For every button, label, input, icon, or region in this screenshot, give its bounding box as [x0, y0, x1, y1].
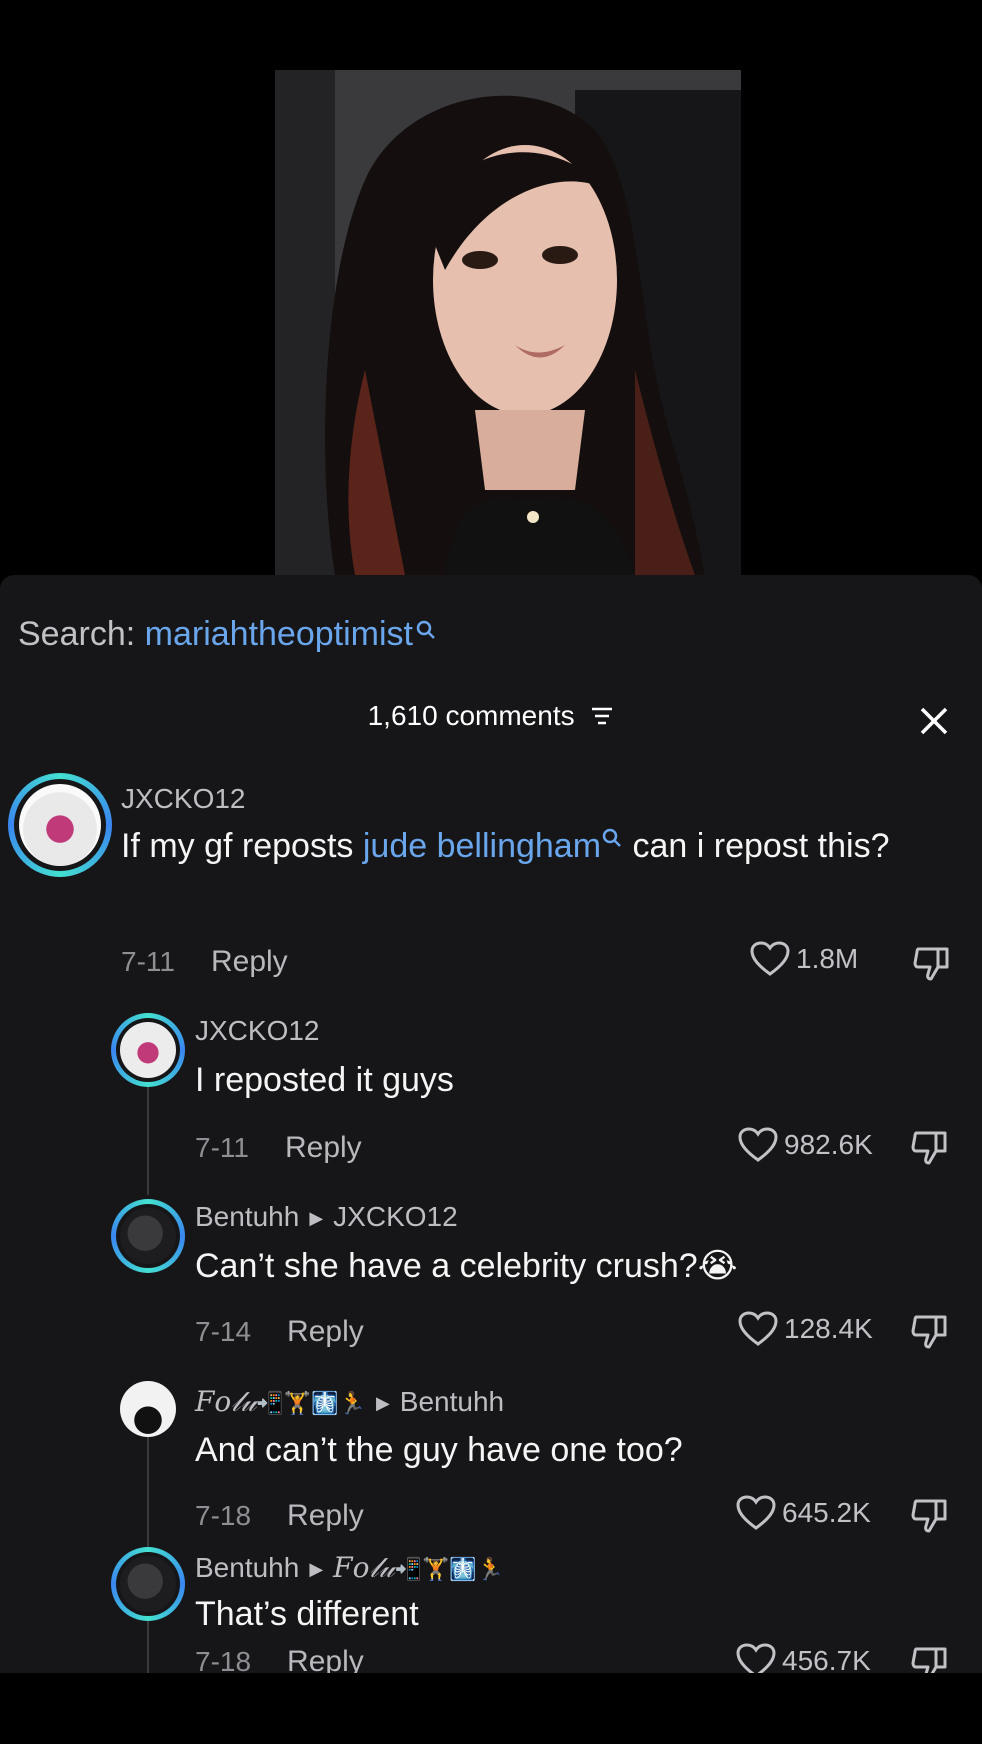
comment-meta: 7-11 Reply — [195, 1131, 362, 1165]
username-label: Bentuhh — [195, 1552, 300, 1583]
comment-username[interactable]: Bentuhh ▶ JXCKO12 — [195, 1201, 458, 1233]
reply-arrow-icon: ▶ — [375, 1393, 390, 1414]
comment-username[interactable]: Bentuhh ▶ 𝐹𝑜𝓁𝓊📲🏋🩻🏃 — [195, 1551, 504, 1585]
reply-button[interactable]: Reply — [287, 1499, 364, 1532]
search-icon — [602, 828, 621, 847]
reply-button[interactable]: Reply — [211, 945, 288, 978]
comment-date: 7-18 — [195, 1646, 252, 1673]
comment-text-part: can i repost this? — [623, 827, 890, 865]
avatar[interactable] — [8, 773, 112, 877]
comment-date: 7-11 — [195, 1132, 249, 1163]
comment-username[interactable]: 𝐹𝑜𝓁𝓊📲🏋🩻🏃 ▶ Bentuhh — [195, 1385, 504, 1419]
reply-arrow-icon: ▶ — [309, 1559, 324, 1580]
avatar[interactable] — [111, 1199, 185, 1273]
reply-button[interactable]: Reply — [287, 1315, 364, 1348]
comment-username[interactable]: JXCKO12 — [195, 1015, 320, 1047]
reply-to-label[interactable]: 𝐹𝑜𝓁𝓊 — [333, 1551, 394, 1584]
comment-text-part: If my gf reposts — [121, 827, 363, 865]
like-count: 1.8M — [796, 943, 859, 974]
comment-meta: 7-14 Reply — [195, 1315, 364, 1349]
heart-icon — [736, 1643, 776, 1673]
like-button[interactable]: 456.7K — [736, 1643, 871, 1673]
search-suggestion[interactable]: Search: mariahtheoptimist — [18, 615, 437, 654]
heart-icon — [750, 941, 790, 976]
comment-date: 7-18 — [195, 1500, 252, 1531]
like-button[interactable]: 1.8M — [750, 941, 858, 977]
thread-line — [147, 1427, 149, 1547]
like-count: 456.7K — [782, 1645, 871, 1673]
comment-meta: 7-18 Reply — [195, 1645, 364, 1673]
search-prefix: Search: — [18, 615, 136, 653]
comment-text: And can’t the guy have one too? — [195, 1431, 683, 1469]
avatar[interactable] — [120, 1381, 176, 1437]
like-count: 982.6K — [784, 1129, 873, 1160]
like-count: 128.4K — [784, 1313, 873, 1344]
comment-meta: 7-18 Reply — [195, 1499, 364, 1533]
like-button[interactable]: 982.6K — [738, 1127, 873, 1163]
comment-text: If my gf reposts jude bellingham can i r… — [121, 823, 901, 869]
search-link[interactable]: jude bellingham — [363, 827, 601, 865]
username-emoji-decoration: 📲🏋🩻🏃 — [256, 1390, 366, 1416]
video-preview[interactable] — [275, 70, 741, 575]
dislike-icon[interactable] — [910, 1495, 950, 1535]
close-icon[interactable] — [916, 703, 952, 739]
username-label: Bentuhh — [195, 1201, 300, 1232]
reply-to-label[interactable]: JXCKO12 — [333, 1201, 458, 1232]
comments-sheet: Search: mariahtheoptimist 1,610 comments… — [0, 575, 982, 1673]
dislike-icon[interactable] — [910, 1643, 950, 1673]
dislike-icon[interactable] — [912, 943, 952, 983]
heart-icon — [738, 1311, 778, 1346]
like-button[interactable]: 128.4K — [738, 1311, 873, 1347]
comment-text: That’s different — [195, 1595, 419, 1633]
comment-meta: 7-11 Reply — [121, 945, 288, 979]
comment-username[interactable]: JXCKO12 — [121, 783, 246, 815]
comment-text: Can’t she have a celebrity crush?😭 — [195, 1247, 738, 1285]
like-button[interactable]: 645.2K — [736, 1495, 871, 1531]
dislike-icon[interactable] — [910, 1311, 950, 1351]
avatar[interactable] — [111, 1013, 185, 1087]
video-frame-image — [275, 70, 741, 575]
avatar[interactable] — [111, 1547, 185, 1621]
comment-count: 1,610 comments — [367, 700, 575, 731]
heart-icon — [736, 1495, 776, 1530]
comment-text: I reposted it guys — [195, 1061, 454, 1099]
reply-to-label[interactable]: Bentuhh — [400, 1386, 504, 1417]
like-count: 645.2K — [782, 1497, 871, 1528]
comment-date: 7-11 — [121, 946, 175, 977]
sort-icon[interactable] — [590, 702, 614, 734]
search-icon — [416, 620, 435, 639]
reply-button[interactable]: Reply — [287, 1645, 364, 1673]
username-emoji-decoration: 📲🏋🩻🏃 — [394, 1556, 505, 1582]
dislike-icon[interactable] — [910, 1127, 950, 1167]
search-term[interactable]: mariahtheoptimist — [145, 615, 413, 653]
reply-button[interactable]: Reply — [285, 1131, 362, 1164]
comment-date: 7-14 — [195, 1316, 252, 1347]
heart-icon — [738, 1127, 778, 1162]
username-label: 𝐹𝑜𝓁𝓊 — [195, 1385, 257, 1418]
reply-arrow-icon: ▶ — [309, 1208, 324, 1229]
comments-header: 1,610 comments — [0, 700, 982, 734]
